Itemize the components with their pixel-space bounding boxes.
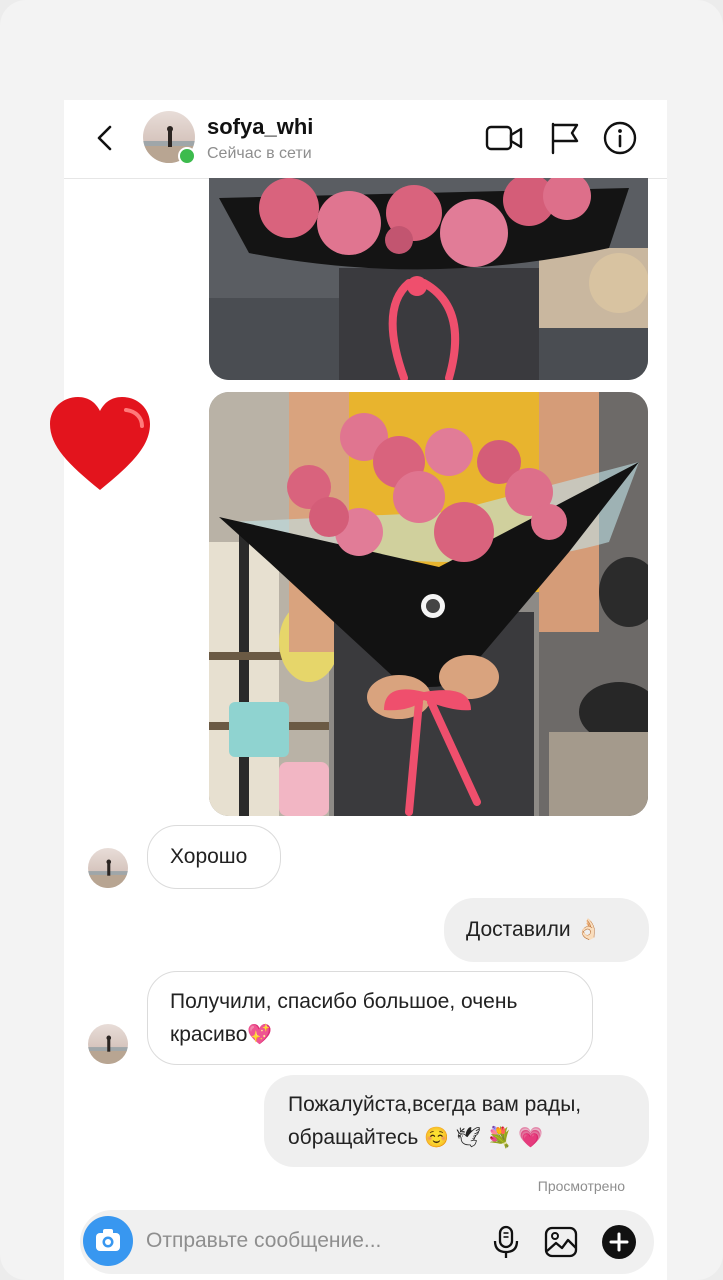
message-text-line: красиво💖 [170,1018,570,1051]
message-text: Доставили [466,918,571,941]
emoji-group: ☺️ 🕊 💐 💗 [424,1125,544,1149]
incoming-message[interactable]: Получили, спасибо большое, очень красиво… [147,971,593,1065]
info-icon[interactable] [600,120,640,156]
outgoing-message[interactable]: Доставили 👌🏻 [444,898,649,962]
chat-username[interactable]: sofya_whi [207,114,313,140]
outgoing-message[interactable]: Пожалуйста,всегда вам рады, обращайтесь … [264,1075,649,1167]
camera-icon [96,1229,120,1251]
seen-receipt: Просмотрено [537,1178,625,1194]
message-composer [80,1210,654,1274]
message-text-line: Получили, спасибо большое, очень [170,990,518,1013]
avatar[interactable] [88,848,128,888]
incoming-message[interactable]: Хорошо [147,825,281,889]
shared-photo[interactable] [209,392,648,816]
message-text: Хорошо [170,845,248,868]
microphone-icon[interactable] [488,1224,524,1260]
online-status: Сейчас в сети [207,145,312,162]
message-input[interactable] [146,1224,466,1258]
chat-screen: sofya_whi Сейчас в сети Хорошо Доставили… [0,0,723,1280]
red-heart-icon [50,397,150,490]
image-icon[interactable] [543,1224,579,1260]
ok-hand-emoji: 👌🏻 [576,917,602,941]
shared-photo[interactable] [209,178,648,380]
avatar-photo [88,859,128,888]
camera-button[interactable] [83,1216,133,1266]
plus-icon[interactable] [601,1224,637,1260]
message-text-line: Пожалуйста,всегда вам рады, [288,1093,582,1116]
message-text: красиво [170,1023,248,1046]
online-indicator [178,147,196,165]
bouquet-photo [209,392,648,816]
flag-icon[interactable] [545,120,585,156]
video-camera-icon[interactable] [484,120,524,156]
avatar[interactable] [88,1024,128,1064]
message-text: обращайтесь [288,1126,419,1149]
bouquet-photo [209,178,648,380]
avatar-photo [88,1035,128,1064]
message-text-line: обращайтесь ☺️ 🕊 💐 💗 [288,1121,625,1154]
sparkling-heart-emoji: 💖 [247,1022,273,1046]
chevron-left-icon[interactable] [90,122,122,154]
chat-header: sofya_whi Сейчас в сети [64,100,667,179]
